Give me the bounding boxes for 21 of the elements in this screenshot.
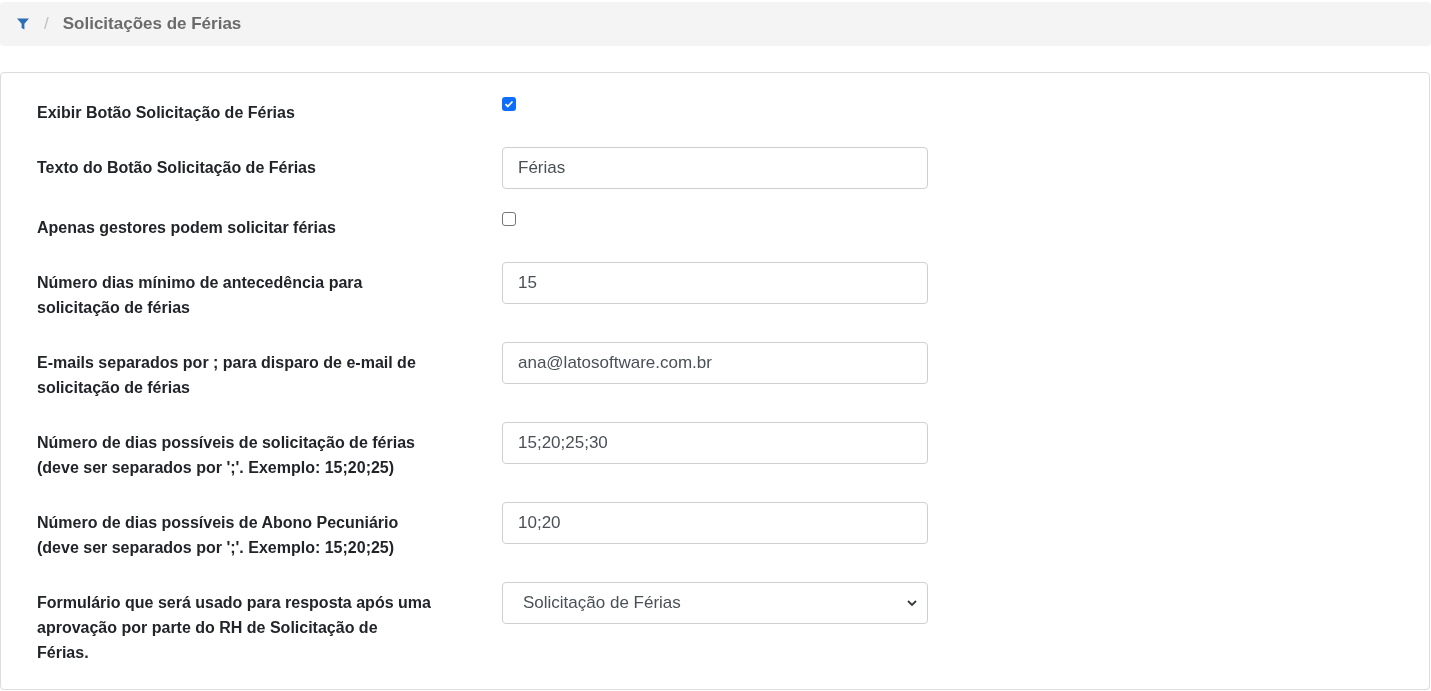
breadcrumb-separator: /: [44, 13, 49, 36]
filter-icon[interactable]: [16, 17, 30, 31]
chevron-down-icon: [907, 599, 917, 607]
field-label: Número de dias possíveis de Abono Pecuniário (deve ser separados por ';'. Exemplo: 15;20;25): [37, 513, 400, 558]
input-field[interactable]: 15: [502, 262, 928, 304]
field-label: Número dias mínimo de antecedência para solicitação de férias: [37, 273, 364, 318]
field-label: Exibir Botão Solicitação de Férias: [37, 103, 296, 123]
field-label: Formulário que será usado para resposta após uma aprovação por parte do RH de Solicitação de Férias.: [37, 593, 432, 663]
checkbox[interactable]: [502, 212, 516, 226]
dropdown[interactable]: Solicitação de Férias: [502, 582, 928, 624]
checkbox[interactable]: [502, 97, 516, 111]
field-label: Número de dias possíveis de solicitação de férias (deve ser separados por ';'. Exemplo: 15;20;25): [37, 433, 416, 478]
field-label: E-mails separados por ; para disparo de e-mail de solicitação de férias: [37, 353, 417, 398]
breadcrumb-title: Solicitações de Férias: [62, 13, 242, 36]
field-label: Apenas gestores podem solicitar férias: [37, 218, 337, 238]
input-field[interactable]: Férias: [502, 147, 928, 189]
input-field[interactable]: ana@latosoftware.com.br: [502, 342, 928, 384]
field-label: Texto do Botão Solicitação de Férias: [37, 158, 317, 178]
check-icon: [504, 99, 514, 109]
input-field[interactable]: 10;20: [502, 502, 928, 544]
input-field[interactable]: 15;20;25;30: [502, 422, 928, 464]
